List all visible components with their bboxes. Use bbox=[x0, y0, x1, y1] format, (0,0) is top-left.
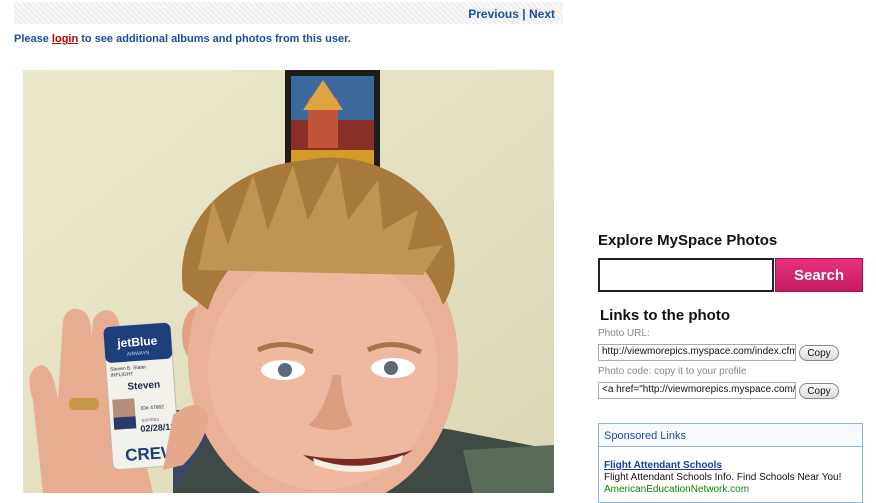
login-message: Please login to see additional albums an… bbox=[14, 33, 351, 45]
photo-code-label: Photo code: copy it to your profile bbox=[598, 366, 747, 377]
search-button[interactable]: Search bbox=[775, 258, 863, 292]
photo-code-field[interactable]: <a href="http://viewmorepics.myspace.com… bbox=[598, 382, 796, 399]
explore-title: Explore MySpace Photos bbox=[598, 232, 778, 249]
pager: Previous | Next bbox=[468, 7, 555, 21]
ad-title-link[interactable]: Flight Attendant Schools bbox=[604, 460, 722, 471]
next-link[interactable]: Next bbox=[529, 7, 555, 21]
sponsored-links-header: Sponsored Links bbox=[599, 424, 862, 447]
badge-brand: jetBlue bbox=[116, 334, 158, 351]
search-input[interactable] bbox=[600, 260, 772, 290]
pager-bar: Previous | Next bbox=[14, 2, 563, 24]
links-title: Links to the photo bbox=[600, 307, 730, 324]
search-box bbox=[598, 258, 774, 292]
photo-illustration: jetBlue AIRWAYS Steven B. Slater INFLIGH… bbox=[23, 70, 554, 493]
previous-link[interactable]: Previous bbox=[468, 7, 519, 21]
login-message-prefix: Please bbox=[14, 33, 52, 45]
login-message-suffix: to see additional albums and photos from… bbox=[78, 33, 351, 45]
photo-url-field[interactable]: http://viewmorepics.myspace.com/index.cf… bbox=[598, 344, 796, 361]
pager-separator: | bbox=[522, 7, 526, 21]
badge-name: Steven bbox=[127, 379, 160, 392]
ad-description: Flight Attendant Schools Info. Find Scho… bbox=[604, 472, 842, 483]
main-photo[interactable]: jetBlue AIRWAYS Steven B. Slater INFLIGH… bbox=[23, 70, 554, 493]
ad-url[interactable]: AmericanEducationNetwork.com bbox=[604, 484, 749, 495]
login-link[interactable]: login bbox=[52, 33, 78, 45]
sponsored-links-box: Sponsored Links Flight Attendant Schools… bbox=[598, 423, 863, 503]
copy-url-button[interactable]: Copy bbox=[799, 345, 839, 361]
copy-code-button[interactable]: Copy bbox=[799, 383, 839, 399]
photo-url-label: Photo URL: bbox=[598, 328, 650, 339]
